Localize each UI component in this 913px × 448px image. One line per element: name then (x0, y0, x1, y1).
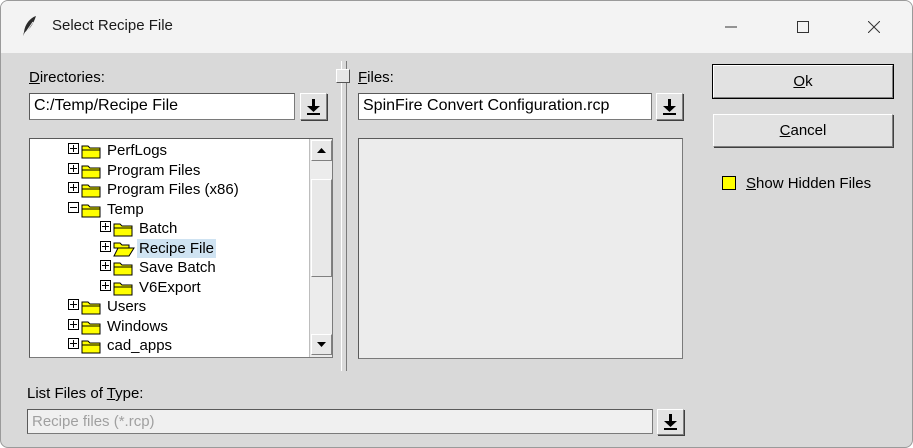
file-type-dropdown-button[interactable] (657, 409, 684, 435)
tree-item-label: V6Export (139, 278, 201, 296)
file-type-label: List Files of Type: (27, 385, 143, 402)
plus-box-icon[interactable] (100, 240, 111, 252)
file-dropdown-button[interactable] (656, 93, 683, 120)
tree-item[interactable]: Windows (30, 317, 308, 336)
tree-item-label: PerfLogs (107, 142, 168, 159)
show-hidden-label-text: how Hidden Files (756, 174, 872, 192)
folder-icon (81, 204, 101, 217)
tree-item[interactable]: Users (30, 297, 308, 316)
tree-item[interactable]: Program Files (x86) (30, 180, 308, 199)
minimize-icon (725, 26, 737, 28)
plus-box-icon[interactable] (68, 182, 79, 193)
file-list[interactable] (358, 138, 683, 359)
select-recipe-file-dialog: Select Recipe File Directories: C:/Temp/… (0, 0, 913, 448)
directory-tree[interactable]: PerfLogs Program Files Program Files (x86)… (29, 138, 333, 358)
files-label-text: iles: (367, 69, 394, 86)
folder-icon (81, 301, 101, 315)
tree-item[interactable]: Program Files (30, 161, 308, 180)
folder-icon (81, 184, 101, 198)
show-hidden-mnemonic: S (746, 174, 757, 192)
triangle-down-icon (317, 342, 326, 347)
maximize-button[interactable] (773, 1, 833, 53)
cancel-button[interactable]: Cancel (713, 114, 893, 147)
close-icon (868, 21, 880, 33)
cancel-label: ancel (790, 122, 827, 139)
tree-item[interactable]: Recipe File (30, 238, 308, 258)
arrow-down-bar-icon (664, 414, 677, 430)
plus-box-icon[interactable] (100, 260, 111, 271)
tree-item-label: Save Batch (139, 259, 216, 276)
minus-box-icon[interactable] (68, 201, 79, 213)
file-type-label-before: List Files of (27, 385, 107, 402)
folder-icon (81, 165, 101, 178)
scroll-thumb[interactable] (311, 179, 332, 277)
tree-item-label: cad_apps (107, 337, 173, 354)
tree-item-label: Temp (107, 200, 144, 218)
triangle-up-icon (317, 148, 326, 153)
plus-box-icon[interactable] (68, 338, 79, 349)
tree-item-label: Program Files (x86) (107, 181, 239, 198)
ok-mnemonic: O (793, 73, 806, 90)
splitter-line (341, 61, 347, 371)
plus-box-icon[interactable] (68, 318, 79, 330)
files-label: Files: (358, 69, 394, 86)
close-button[interactable] (844, 1, 904, 53)
tree-scrollbar[interactable] (309, 139, 332, 357)
directory-dropdown-button[interactable] (300, 93, 327, 120)
tree-item[interactable]: cad_apps (30, 336, 308, 355)
tree-item-label: Windows (107, 317, 168, 335)
window-title: Select Recipe File (52, 17, 173, 34)
tree-item-label: Recipe File (137, 238, 217, 258)
folder-icon (113, 262, 133, 276)
ok-button[interactable]: Ok (712, 64, 894, 99)
tree-item[interactable]: Save Batch (30, 258, 308, 277)
arrow-down-bar-icon (663, 98, 676, 115)
show-hidden-files-label: Show Hidden Files (746, 175, 871, 192)
folder-icon (113, 282, 133, 295)
tree-item[interactable]: Temp (30, 200, 308, 219)
file-type-field[interactable]: Recipe files (*.rcp) (27, 409, 653, 434)
file-type-mnemonic: T (106, 385, 116, 402)
directories-mnemonic: D (29, 69, 40, 86)
checkbox-indicator[interactable] (722, 176, 736, 190)
directories-label: Directories: (29, 69, 105, 86)
file-name-field[interactable]: SpinFire Convert Configuration.rcp (358, 93, 652, 120)
files-mnemonic: F (358, 69, 368, 86)
folder-icon (81, 321, 101, 334)
cancel-mnemonic: C (779, 122, 791, 139)
scroll-up-button[interactable] (311, 140, 332, 161)
plus-box-icon[interactable] (100, 221, 111, 232)
tree-item[interactable]: Batch (30, 219, 308, 238)
minimize-button[interactable] (701, 1, 761, 53)
pane-splitter[interactable] (336, 61, 350, 371)
show-hidden-files-checkbox[interactable]: Show Hidden Files (722, 173, 871, 193)
directory-path-field[interactable]: C:/Temp/Recipe File (29, 93, 295, 120)
arrow-down-bar-icon (307, 98, 320, 115)
tree-item-label: Batch (139, 220, 178, 237)
splitter-handle[interactable] (336, 69, 350, 83)
folder-icon (81, 145, 101, 159)
plus-box-icon[interactable] (100, 279, 111, 291)
tree-item-label: Users (107, 298, 147, 315)
plus-box-icon[interactable] (68, 143, 79, 154)
folder-icon (113, 223, 133, 237)
plus-box-icon[interactable] (68, 299, 79, 310)
plus-box-icon[interactable] (68, 162, 79, 174)
folder-open-icon (113, 242, 135, 256)
maximize-icon (797, 21, 809, 33)
feather-icon (23, 16, 36, 36)
directories-label-text: irectories: (39, 69, 105, 86)
folder-icon (81, 340, 101, 354)
tree-item-label: Program Files (107, 161, 201, 179)
scroll-down-button[interactable] (311, 334, 332, 355)
tree-item[interactable]: PerfLogs (30, 141, 308, 160)
ok-label: k (805, 73, 813, 90)
tree-item[interactable]: V6Export (30, 278, 308, 297)
file-type-label-after: ype: (115, 385, 144, 402)
title-bar[interactable]: Select Recipe File (1, 1, 912, 53)
